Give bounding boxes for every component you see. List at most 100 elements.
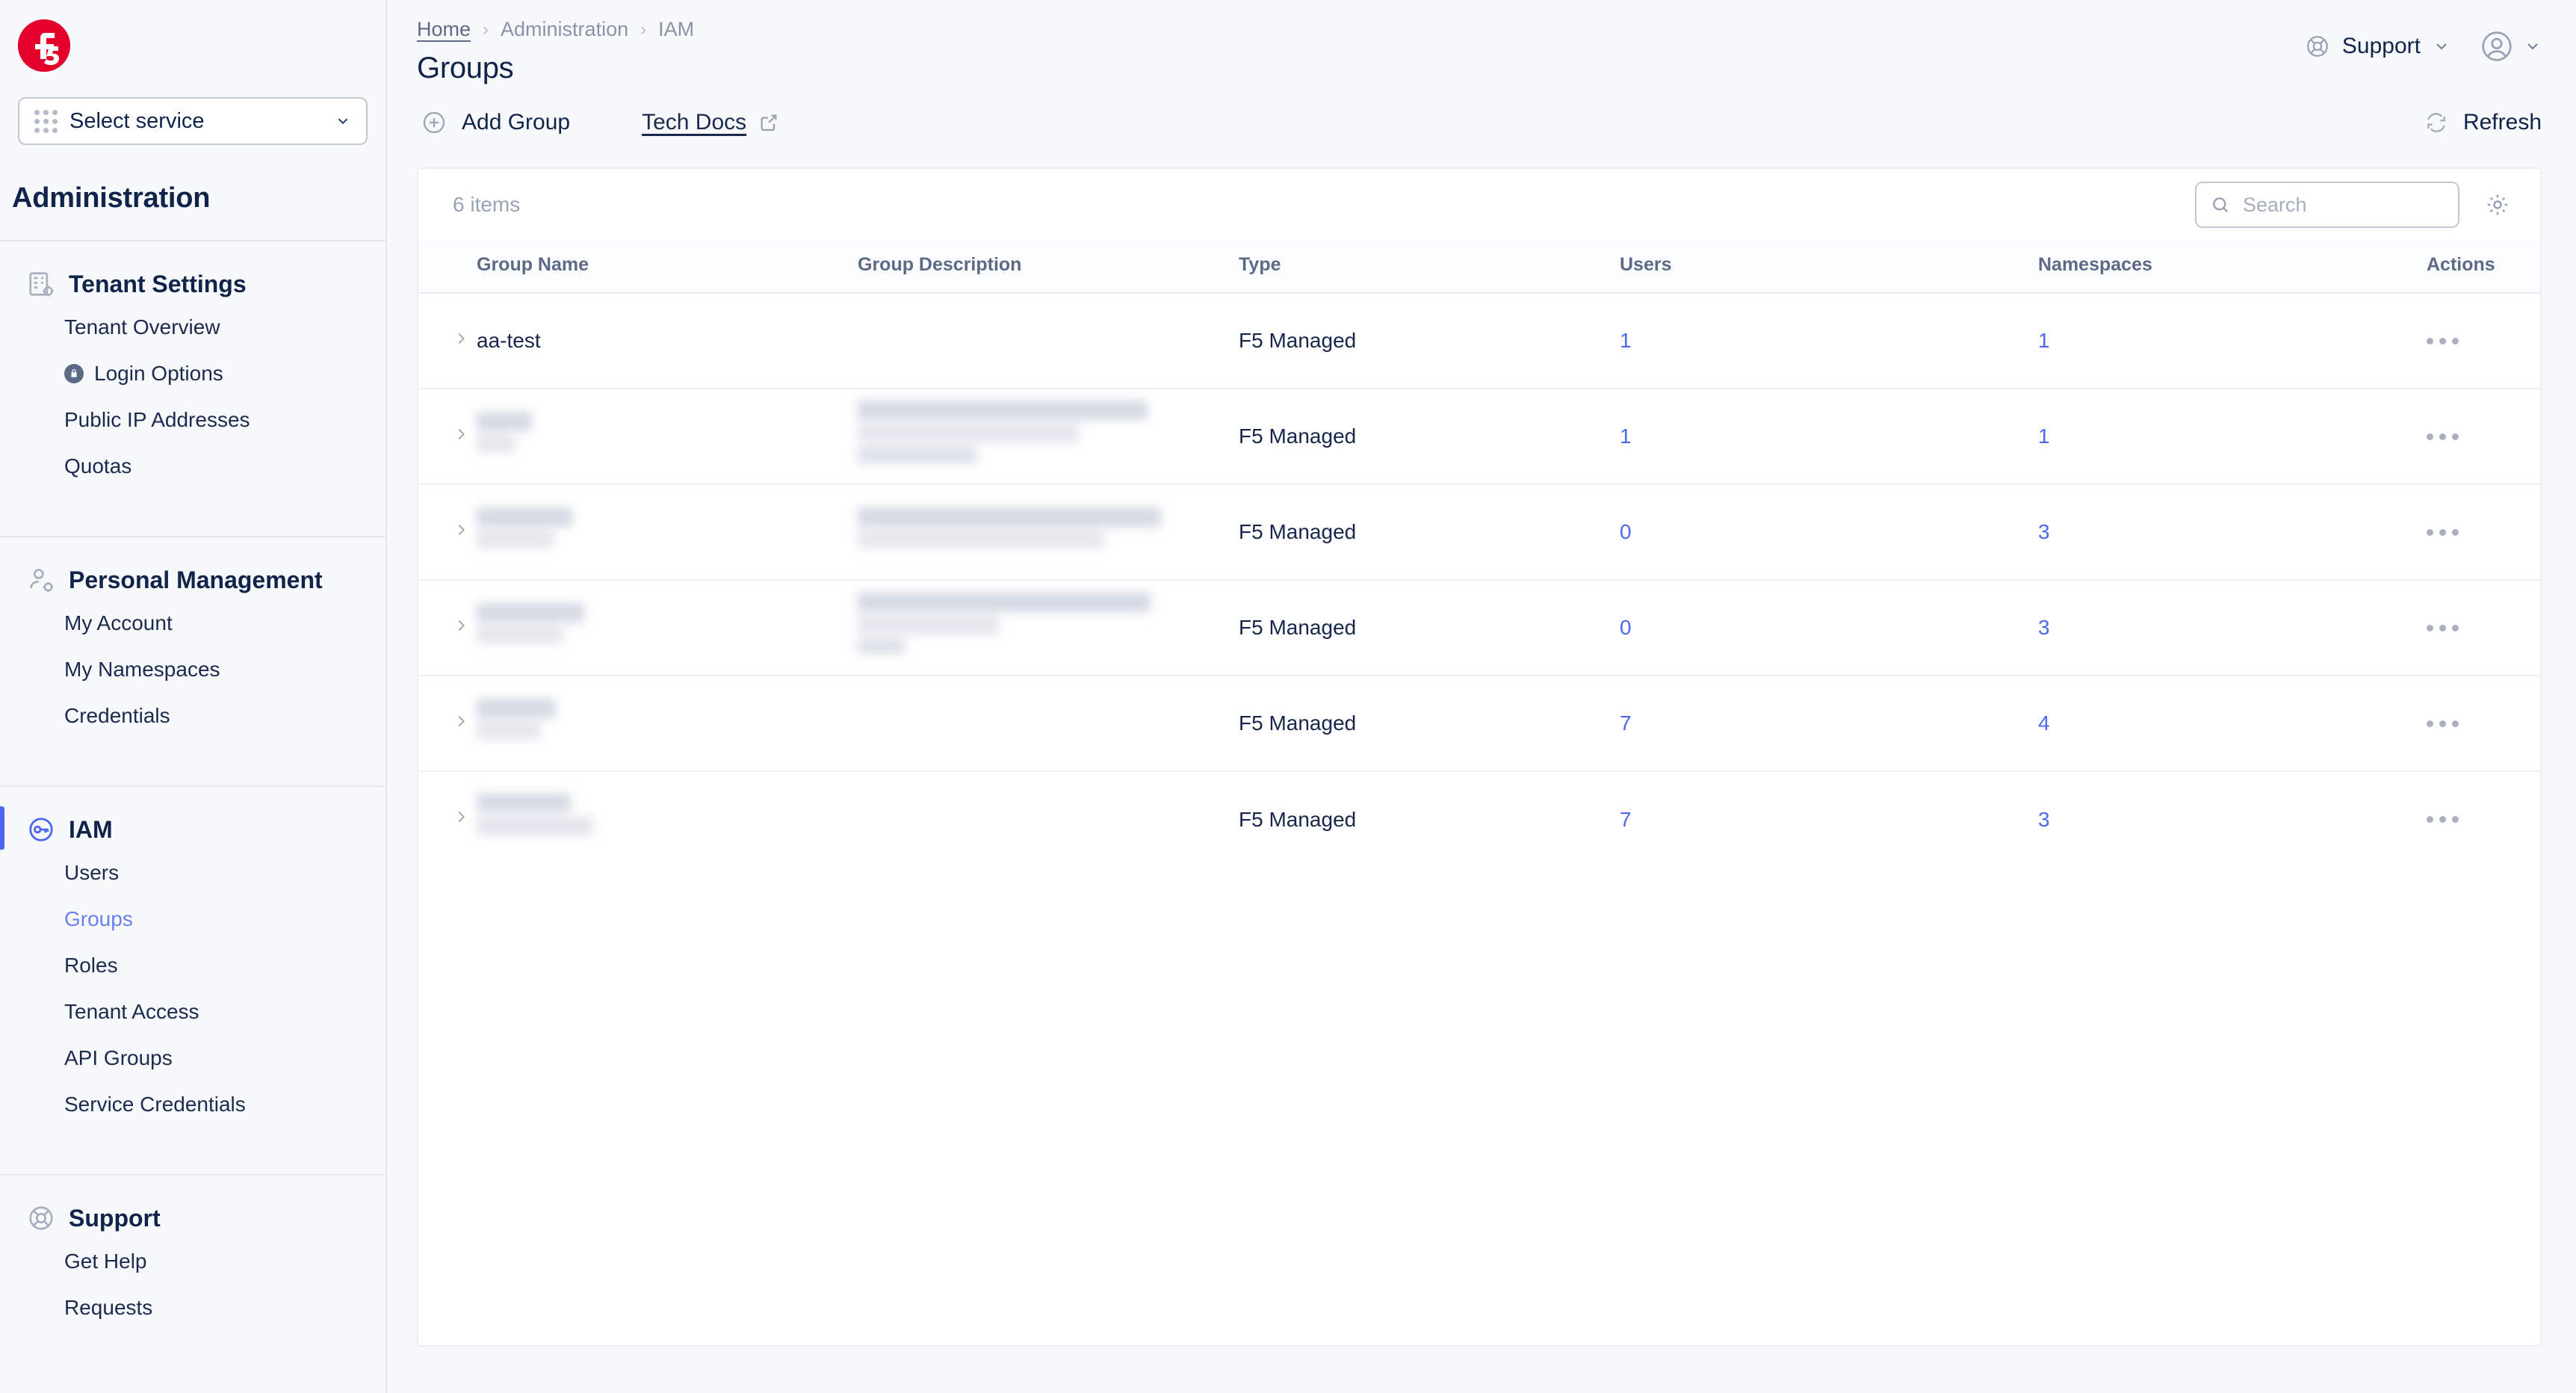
sidebar: Select service Administration Tenant Set… [0, 0, 387, 1393]
row-expand-cell[interactable] [418, 389, 477, 485]
namespaces-count-link[interactable]: 1 [2038, 424, 2050, 448]
chevron-right-icon[interactable] [453, 807, 469, 827]
chevron-right-icon[interactable] [453, 329, 469, 348]
chevron-right-icon[interactable] [453, 711, 469, 731]
sidebar-item-public-ip-addresses[interactable]: Public IP Addresses [0, 397, 386, 443]
sidebar-item-quotas[interactable]: Quotas [0, 443, 386, 489]
external-link-icon [761, 114, 777, 132]
cell-group-description [858, 293, 1239, 389]
users-count-link[interactable]: 1 [1620, 329, 1632, 352]
th-users[interactable]: Users [1620, 241, 2038, 294]
sidebar-item-groups[interactable]: Groups [0, 896, 386, 942]
sidebar-item-requests[interactable]: Requests [0, 1285, 386, 1331]
cell-type: F5 Managed [1239, 293, 1620, 389]
chevron-right-icon[interactable] [453, 520, 469, 540]
sidebar-section-label: Tenant Settings [69, 270, 247, 297]
table-row[interactable]: F5 Managed 7 3 [418, 771, 2540, 867]
users-count-link[interactable]: 0 [1620, 520, 1632, 543]
row-actions-menu-icon[interactable] [2427, 337, 2540, 345]
cell-group-name[interactable] [477, 580, 858, 676]
namespaces-count-link[interactable]: 3 [2038, 520, 2050, 543]
sidebar-item-label: Service Credentials [64, 1093, 246, 1116]
sidebar-item-label: Users [64, 861, 120, 884]
search-box[interactable] [2195, 182, 2459, 228]
row-actions-menu-icon[interactable] [2427, 816, 2540, 823]
sidebar-item-credentials[interactable]: Credentials [0, 693, 386, 739]
row-actions-menu-icon[interactable] [2427, 720, 2540, 727]
sidebar-item-personal-management[interactable]: Personal Management [0, 560, 386, 600]
chevron-right-icon[interactable] [453, 616, 469, 635]
cell-group-name[interactable] [477, 676, 858, 772]
th-group-name[interactable]: Group Name [477, 241, 858, 294]
namespaces-count-link[interactable]: 4 [2038, 711, 2050, 735]
refresh-button[interactable]: Refresh [2424, 110, 2542, 135]
top-bar: Home › Administration › IAM Groups Suppo… [387, 0, 2576, 88]
namespaces-count-link[interactable]: 3 [2038, 616, 2050, 639]
sidebar-item-users[interactable]: Users [0, 850, 386, 896]
row-expand-cell[interactable] [418, 771, 477, 867]
row-actions-menu-icon[interactable] [2427, 528, 2540, 536]
row-actions-menu-icon[interactable] [2427, 433, 2540, 440]
sidebar-item-tenant-overview[interactable]: Tenant Overview [0, 304, 386, 350]
support-menu-button[interactable]: Support [2305, 34, 2450, 59]
row-expand-cell[interactable] [418, 676, 477, 772]
cell-type: F5 Managed [1239, 676, 1620, 772]
sidebar-item-roles[interactable]: Roles [0, 942, 386, 989]
sidebar-item-api-groups[interactable]: API Groups [0, 1035, 386, 1081]
sidebar-item-get-help[interactable]: Get Help [0, 1238, 386, 1285]
add-group-button[interactable]: Add Group [421, 110, 570, 135]
sidebar-item-support[interactable]: Support [0, 1198, 386, 1238]
sidebar-item-my-account[interactable]: My Account [0, 600, 386, 646]
row-expand-cell[interactable] [418, 580, 477, 676]
sidebar-item-my-namespaces[interactable]: My Namespaces [0, 646, 386, 693]
cell-actions [2427, 771, 2540, 867]
table-row[interactable]: F5 Managed 0 3 [418, 580, 2540, 676]
redacted-group-name [477, 602, 584, 648]
sidebar-item-login-options[interactable]: Login Options [0, 350, 386, 397]
cell-group-name[interactable] [477, 771, 858, 867]
cell-actions [2427, 389, 2540, 485]
sidebar-item-tenant-access[interactable]: Tenant Access [0, 989, 386, 1035]
table-row[interactable]: aa-test F5 Managed 1 1 [418, 293, 2540, 389]
users-count-link[interactable]: 0 [1620, 616, 1632, 639]
header-right: Support [2305, 18, 2542, 63]
users-count-link[interactable]: 7 [1620, 808, 1632, 831]
table-row[interactable]: F5 Managed 1 1 [418, 389, 2540, 485]
breadcrumb-iam[interactable]: IAM [658, 18, 694, 41]
sidebar-item-service-credentials[interactable]: Service Credentials [0, 1081, 386, 1128]
refresh-icon [2427, 113, 2445, 132]
users-count-link[interactable]: 1 [1620, 424, 1632, 448]
service-select-dropdown[interactable]: Select service [18, 97, 368, 145]
cell-group-name[interactable] [477, 484, 858, 581]
namespaces-count-link[interactable]: 1 [2038, 329, 2050, 352]
cell-group-name[interactable]: aa-test [477, 293, 858, 389]
f5-logo[interactable] [18, 19, 70, 72]
table-row[interactable]: F5 Managed 7 4 [418, 676, 2540, 772]
gear-icon[interactable] [2485, 192, 2510, 217]
sidebar-item-iam[interactable]: IAM [0, 809, 386, 850]
cell-group-name[interactable] [477, 389, 858, 485]
row-expand-cell[interactable] [418, 293, 477, 389]
redacted-group-name [477, 507, 572, 552]
chevron-right-icon[interactable] [453, 424, 469, 444]
sidebar-item-tenant-settings[interactable]: Tenant Settings [0, 264, 386, 304]
row-actions-menu-icon[interactable] [2427, 624, 2540, 631]
table-body: aa-test F5 Managed 1 1 F5 Managed 1 1 F5… [418, 293, 2540, 867]
f5-logo-glyph [18, 19, 70, 72]
th-namespaces[interactable]: Namespaces [2038, 241, 2427, 294]
user-menu-button[interactable] [2480, 30, 2542, 63]
th-actions: Actions [2427, 241, 2540, 294]
table-row[interactable]: F5 Managed 0 3 [418, 484, 2540, 581]
sidebar-item-label: API Groups [64, 1046, 173, 1069]
th-type[interactable]: Type [1239, 241, 1620, 294]
cell-actions [2427, 580, 2540, 676]
tech-docs-link[interactable]: Tech Docs [642, 110, 779, 135]
chevron-down-icon [2436, 43, 2447, 50]
breadcrumb-administration[interactable]: Administration [501, 18, 628, 41]
th-group-description[interactable]: Group Description [858, 241, 1239, 294]
namespaces-count-link[interactable]: 3 [2038, 808, 2050, 831]
breadcrumb-home[interactable]: Home [417, 18, 471, 41]
users-count-link[interactable]: 7 [1620, 711, 1632, 735]
row-expand-cell[interactable] [418, 484, 477, 581]
search-input[interactable] [2243, 193, 2445, 217]
